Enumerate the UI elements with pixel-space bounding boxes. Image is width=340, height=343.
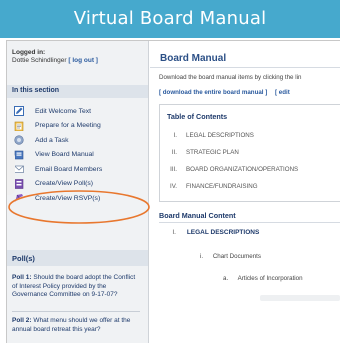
content-section: I. LEGAL DESCRIPTIONS <box>159 229 259 236</box>
toc-label: FINANCE/FUNDRAISING <box>186 183 258 190</box>
login-label: Logged in: <box>12 49 46 56</box>
sidebar-item-add-task[interactable]: Add a Task <box>7 133 148 148</box>
sidebar-item-email-board[interactable]: Email Board Members <box>7 162 148 177</box>
sidebar-item-label: Prepare for a Meeting <box>35 122 101 130</box>
sidebar: Logged in: Dottie Schindlinger [ log out… <box>7 41 149 343</box>
toc-item[interactable]: IV. FINANCE/FUNDRAISING <box>160 178 340 195</box>
toc-item[interactable]: III. BOARD ORGANIZATION/OPERATIONS <box>160 161 340 178</box>
content-heading: Board Manual Content <box>159 211 236 220</box>
toc-number: IV. <box>170 183 177 190</box>
rsvp-icon <box>14 193 24 203</box>
content-document[interactable]: a. Articles of Incorporation <box>223 275 303 282</box>
poll-divider <box>12 311 140 312</box>
document-label: Articles of Incorporation <box>237 275 303 282</box>
toc-item[interactable]: II. STRATEGIC PLAN <box>160 144 340 161</box>
toc-number: III. <box>170 166 177 173</box>
manual-links: [ download the entire board manual ] [ e… <box>159 89 296 96</box>
book-icon <box>14 150 24 160</box>
document-number: a. <box>223 275 229 282</box>
sidebar-item-label: Email Board Members <box>35 165 103 173</box>
clipboard-icon <box>14 121 24 131</box>
sidebar-item-label: Edit Welcome Text <box>35 107 92 115</box>
page-title: Board Manual <box>160 53 227 64</box>
sidebar-item-label: Create/View Poll(s) <box>35 180 94 188</box>
envelope-icon <box>14 164 24 174</box>
sidebar-menu: Edit Welcome Text Prepare for a Meeting … <box>7 104 148 206</box>
faded-line <box>260 295 340 301</box>
sidebar-item-edit-welcome[interactable]: Edit Welcome Text <box>7 104 148 119</box>
polls-title: Poll(s) <box>7 250 148 266</box>
download-manual-link[interactable]: [ download the entire board manual ] <box>159 89 267 96</box>
sidebar-item-label: Add a Task <box>35 136 69 144</box>
edge-shadow <box>7 151 15 195</box>
task-icon <box>14 135 24 145</box>
subsection-number: i. <box>200 253 204 260</box>
table-of-contents: Table of Contents I. LEGAL DESCRIPTIONS … <box>159 104 340 202</box>
toc-number: I. <box>173 132 177 139</box>
sidebar-item-label: View Board Manual <box>35 151 94 159</box>
subsection-label: Chart Documents <box>212 253 261 260</box>
logout-link[interactable]: [ log out ] <box>68 57 98 64</box>
sidebar-item-view-board-manual[interactable]: View Board Manual <box>7 148 148 163</box>
content-divider <box>159 222 340 223</box>
toc-label: LEGAL DESCRIPTIONS <box>186 132 254 139</box>
sidebar-item-rsvps[interactable]: Create/View RSVP(s) <box>7 191 148 206</box>
poll-item[interactable]: Poll 1: Should the board adopt the Confl… <box>12 274 138 300</box>
section-title: In this section <box>7 85 148 98</box>
banner-title: Virtual Board Manual <box>0 0 340 38</box>
toc-label: STRATEGIC PLAN <box>186 149 239 156</box>
poll-icon <box>14 178 24 189</box>
poll-item[interactable]: Poll 2: What menu should we offer at the… <box>12 317 138 334</box>
toc-number: II. <box>171 149 177 156</box>
poll-number: Poll 1: <box>12 274 32 281</box>
toc-label: BOARD ORGANIZATION/OPERATIONS <box>186 166 299 173</box>
user-name: Dottie Schindlinger <box>12 57 67 64</box>
main-content: Board Manual Download the board manual i… <box>150 41 340 343</box>
sidebar-item-polls[interactable]: Create/View Poll(s) <box>7 177 148 192</box>
toc-heading: Table of Contents <box>167 112 228 121</box>
edit-icon <box>14 106 24 117</box>
sidebar-item-prepare-meeting[interactable]: Prepare for a Meeting <box>7 119 148 134</box>
content-subsection: i. Chart Documents <box>200 253 261 260</box>
section-label: LEGAL DESCRIPTIONS <box>186 229 260 236</box>
sidebar-item-label: Create/View RSVP(s) <box>35 194 101 202</box>
login-info: Logged in: Dottie Schindlinger [ log out… <box>7 41 148 81</box>
section-number: I. <box>172 229 176 236</box>
app-window: Logged in: Dottie Schindlinger [ log out… <box>6 40 340 343</box>
toc-item[interactable]: I. LEGAL DESCRIPTIONS <box>160 127 340 144</box>
title-divider <box>150 67 340 68</box>
poll-number: Poll 2: <box>12 317 32 324</box>
edit-link[interactable]: [ edit <box>275 89 290 96</box>
page-description: Download the board manual items by click… <box>159 74 302 81</box>
